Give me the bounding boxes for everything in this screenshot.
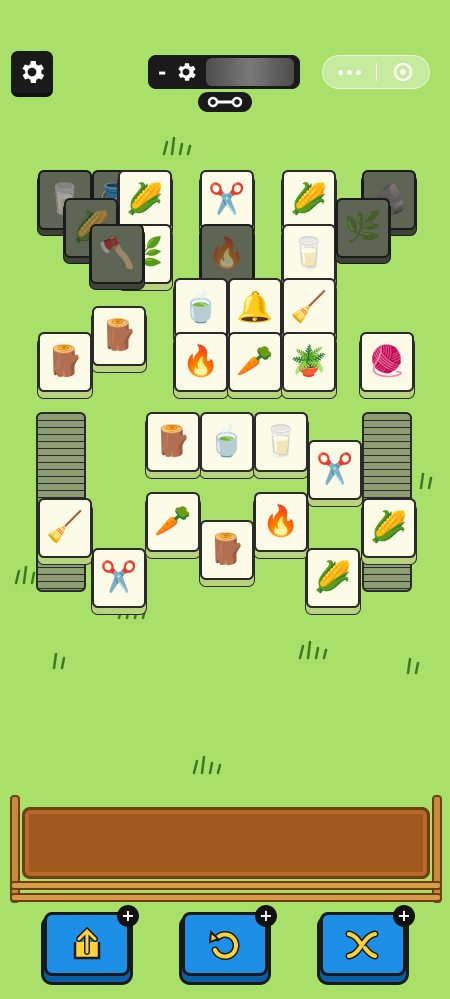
mahjong-tile[interactable]: 🪴 [282,332,336,392]
add-badge: + [117,905,139,927]
tile-icon: 🔥 [182,344,220,379]
add-badge: + [255,905,277,927]
mahjong-tile[interactable]: ✂️ [308,440,362,500]
undo-button[interactable]: + [182,905,277,976]
tile-icon: ✂️ [100,560,138,595]
mahjong-tile[interactable]: 🪵 [38,332,92,392]
tile-icon: 🥛 [290,236,328,271]
tile-icon: 🥕 [236,344,274,379]
mahjong-tile[interactable]: 🔥 [174,332,228,392]
add-badge: + [393,905,415,927]
tile-icon: 🌽 [370,510,408,545]
tile-icon: ✂️ [208,182,246,217]
mahjong-tile[interactable]: 🌽 [282,170,336,230]
mahjong-tile[interactable]: 🌽 [306,548,360,608]
mahjong-tile[interactable]: 🧹 [282,278,336,338]
tile-icon: ✂️ [316,452,354,487]
tile-icon: 🪵 [100,318,138,353]
box-up-arrow-icon [73,926,101,960]
tile-icon: 🪵 [46,344,84,379]
mahjong-tile[interactable]: ✂️ [200,170,254,230]
mahjong-tile: 🪓 [90,224,144,284]
mahjong-tile[interactable]: 🥕 [146,492,200,552]
mahjong-tile[interactable]: 🧶 [360,332,414,392]
tile-icon: 🔥 [208,236,246,271]
mahjong-tile[interactable]: 🔔 [228,278,282,338]
tile-icon: 🪴 [290,344,328,379]
tile-icon: 🥕 [154,504,192,539]
tile-icon: 🧹 [46,510,84,545]
mahjong-tile[interactable]: 🧹 [38,498,92,558]
mahjong-tile[interactable]: 🌽 [118,170,172,230]
tile-icon: 🌿 [344,210,382,245]
tile-icon: 🪵 [208,532,246,567]
tile-icon: 🥛 [262,424,300,459]
tile-icon: 🍵 [182,290,220,325]
tile-icon: 🍵 [208,424,246,459]
mahjong-tile: 🌿 [336,198,390,258]
shuffle-button[interactable]: + [320,905,415,976]
mahjong-tile[interactable]: 🪵 [146,412,200,472]
tile-icon: 🪵 [154,424,192,459]
mahjong-tile[interactable]: 🥛 [282,224,336,284]
tile-icon: 🌽 [290,182,328,217]
mahjong-tile[interactable]: 🪵 [200,520,254,580]
mahjong-tile[interactable]: 🥕 [228,332,282,392]
tile-icon: 🧶 [368,344,406,379]
mahjong-tile[interactable]: 🪵 [92,306,146,366]
mahjong-tile[interactable]: 🥛 [254,412,308,472]
tile-icon: 🌽 [314,560,352,595]
tile-icon: 🌽 [126,182,164,217]
tray-slot-area [22,807,430,879]
undo-out-button[interactable]: + [44,905,139,976]
tile-icon: 🪓 [98,236,136,271]
tile-tray [10,795,442,907]
mahjong-tile[interactable]: 🔥 [254,492,308,552]
mahjong-tile[interactable]: 🍵 [174,278,228,338]
shuffle-arrows-icon [345,930,379,960]
mahjong-tile[interactable]: 🍵 [200,412,254,472]
tile-icon: 🔔 [236,290,274,325]
mahjong-tile[interactable]: ✂️ [92,548,146,608]
mahjong-tile: 🔥 [200,224,254,284]
tile-icon: 🔥 [262,504,300,539]
mahjong-tile[interactable]: 🌽 [362,498,416,558]
undo-arrow-icon [208,929,240,960]
tile-icon: 🧹 [290,290,328,325]
